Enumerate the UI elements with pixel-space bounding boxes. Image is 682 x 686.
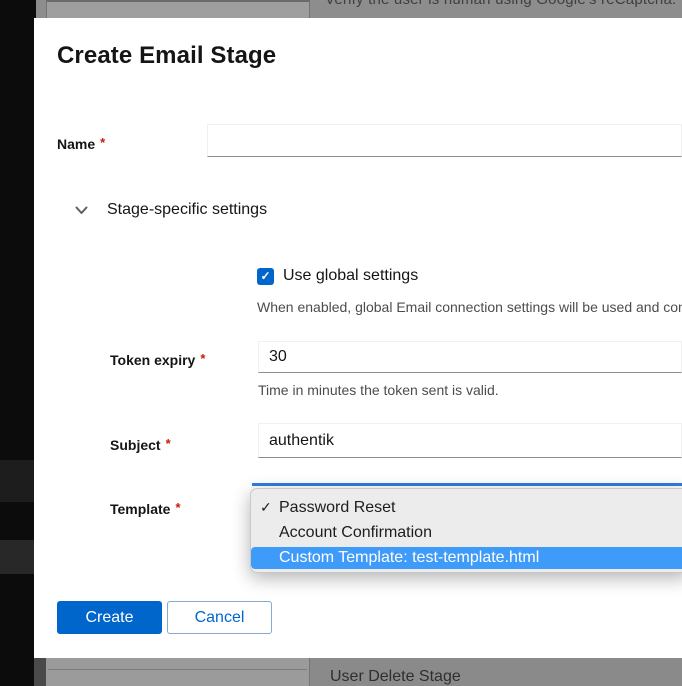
use-global-settings-help: When enabled, global Email connection se…: [257, 299, 682, 315]
token-expiry-label-text: Token expiry: [110, 352, 195, 368]
subject-label: Subject *: [110, 437, 171, 453]
required-asterisk: *: [166, 436, 171, 451]
create-button[interactable]: Create: [57, 601, 162, 634]
backdrop-sidebar-item: [0, 540, 34, 574]
token-expiry-input[interactable]: [258, 341, 682, 373]
template-dropdown-menu: ✓ Password Reset Account Confirmation Cu…: [250, 488, 682, 573]
template-select-focus-border[interactable]: [252, 483, 682, 486]
backdrop-user-delete-stage-text: User Delete Stage: [330, 668, 461, 686]
selected-check-icon: ✓: [260, 499, 279, 516]
dropdown-option-label: Password Reset: [279, 499, 396, 517]
dropdown-option-account-confirmation[interactable]: Account Confirmation: [251, 520, 682, 545]
use-global-settings-checkbox[interactable]: ✓: [257, 268, 274, 285]
checkbox-check-icon: ✓: [260, 270, 270, 282]
required-asterisk: *: [175, 500, 180, 515]
token-expiry-label: Token expiry *: [110, 352, 205, 368]
name-input[interactable]: [207, 124, 682, 157]
dropdown-option-password-reset[interactable]: ✓ Password Reset: [251, 495, 682, 520]
backdrop-top-strip: Verify the user is human using Google's …: [0, 0, 682, 18]
subject-label-text: Subject: [110, 437, 161, 453]
cancel-button[interactable]: Cancel: [167, 601, 272, 634]
required-asterisk: *: [100, 135, 105, 150]
use-global-settings-row[interactable]: ✓ Use global settings: [257, 267, 418, 285]
backdrop-bottom-gutter: [34, 658, 46, 686]
stage-specific-settings-toggle[interactable]: Stage-specific settings: [74, 201, 267, 219]
name-label: Name *: [57, 136, 105, 152]
name-label-text: Name: [57, 136, 95, 152]
backdrop-table-cell-bottom: [46, 658, 310, 686]
backdrop-table-row-divider: [48, 669, 307, 670]
modal-title: Create Email Stage: [57, 42, 276, 70]
stage-specific-settings-title: Stage-specific settings: [107, 201, 267, 219]
backdrop-recaptcha-text: Verify the user is human using Google's …: [325, 0, 676, 8]
subject-input[interactable]: [258, 423, 682, 458]
dropdown-option-label: Account Confirmation: [279, 524, 432, 542]
use-global-settings-label: Use global settings: [283, 267, 418, 285]
screen: Verify the user is human using Google's …: [0, 0, 682, 686]
template-label: Template *: [110, 501, 181, 517]
backdrop-sidebar-item: [0, 460, 34, 502]
dropdown-option-custom-template[interactable]: Custom Template: test-template.html: [251, 547, 682, 569]
backdrop-left-sidebar: [0, 0, 34, 686]
cancel-button-label: Cancel: [195, 609, 245, 627]
token-expiry-help: Time in minutes the token sent is valid.: [258, 382, 682, 398]
required-asterisk: *: [200, 351, 205, 366]
backdrop-bottom-strip: User Delete Stage: [34, 658, 682, 686]
create-button-label: Create: [85, 609, 133, 627]
chevron-down-icon: [74, 203, 88, 217]
dropdown-option-label: Custom Template: test-template.html: [279, 549, 539, 567]
backdrop-table-cell-top: [46, 0, 310, 18]
template-label-text: Template: [110, 501, 170, 517]
